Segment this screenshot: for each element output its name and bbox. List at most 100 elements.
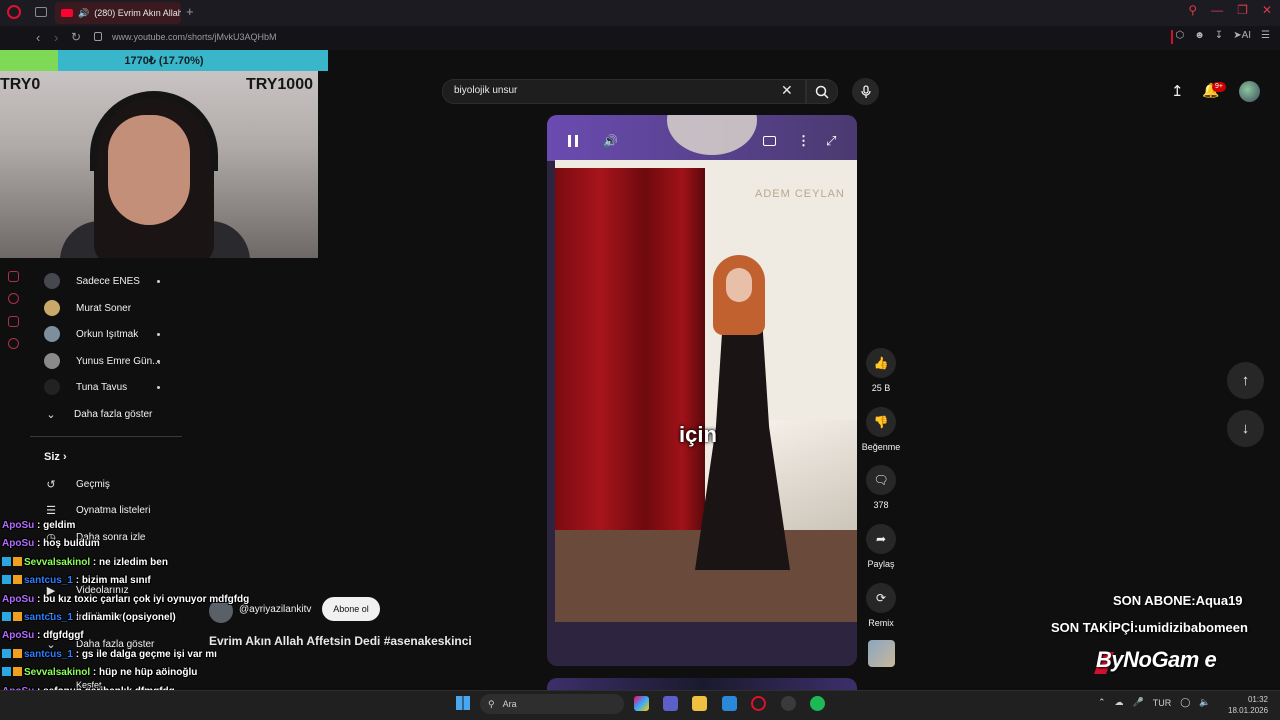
pause-icon[interactable] (568, 135, 578, 147)
clear-search-icon[interactable]: ✕ (781, 82, 793, 99)
more-options-icon[interactable]: ⋮ (797, 133, 810, 149)
messenger-strip-icon[interactable] (8, 316, 19, 327)
avatar (44, 353, 60, 369)
chevron-up-icon[interactable]: ⌃ (1098, 697, 1106, 708)
show-more-subscriptions[interactable]: ⌄ Daha fazla göster (44, 403, 152, 425)
previous-short-button[interactable]: ↑ (1227, 362, 1264, 399)
taskbar-search[interactable]: ⚲ Ara (480, 694, 624, 714)
search-tabs-icon[interactable]: ⚲ (1188, 3, 1197, 17)
chat-username: Sevvalsakinol (24, 667, 91, 679)
headset-icon (90, 91, 218, 171)
playlist-icon: ☰ (46, 504, 56, 517)
sidebar-item-orkun-isitmak[interactable]: Orkun Işıtmak (44, 323, 138, 345)
copilot-icon[interactable] (634, 696, 649, 711)
window-controls: ⚲ — ❐ ✕ (1188, 3, 1272, 17)
history-strip-icon[interactable] (8, 293, 19, 304)
captions-icon[interactable] (763, 136, 776, 146)
todo-icon[interactable] (722, 696, 737, 711)
cloud-icon[interactable]: ☁ (1115, 697, 1124, 708)
network-icon[interactable]: ◯ (1180, 697, 1190, 708)
close-icon[interactable]: ✕ (1262, 3, 1272, 17)
sidebar-item-yunus-emre[interactable]: Yunus Emre Gün... (44, 350, 161, 372)
microphone-icon[interactable]: 🎤 (1133, 697, 1144, 708)
tab-islands-icon[interactable] (35, 7, 47, 17)
opera-logo-icon[interactable] (7, 5, 21, 19)
show-more-label: Daha fazla göster (74, 408, 153, 420)
forward-icon[interactable]: › (54, 30, 58, 45)
clock-date: 18.01.2026 (1228, 706, 1269, 715)
sound-thumbnail[interactable] (868, 640, 895, 667)
shorts-player[interactable]: ADEM CEYLAN için 🔊 ⋮ ⤢ (547, 115, 857, 666)
voice-search-button[interactable] (852, 78, 879, 105)
dislike-button[interactable]: 👎 (866, 407, 896, 437)
sidebar-item-playlists[interactable]: ☰ Oynatma listeleri (44, 500, 150, 520)
ai-button[interactable]: ➤AI (1233, 30, 1251, 41)
sidebar-item-label: Tuna Tavus (76, 381, 128, 393)
taskbar-search-placeholder: Ara (502, 699, 517, 709)
browser-toolbar: ⬡ ☻ ↧ ➤AI ☰ (1176, 30, 1270, 41)
you-section-header[interactable]: Siz › (44, 451, 67, 463)
fullscreen-icon[interactable]: ⤢ (826, 133, 836, 149)
like-count: 25 B (871, 383, 891, 393)
chevron-right-icon: › (62, 451, 67, 463)
last-follower-label: SON TAKİPÇİ:umidizibabomeen (1051, 620, 1248, 635)
new-content-dot (157, 280, 160, 283)
settings-strip-icon[interactable] (8, 338, 19, 349)
menu-icon[interactable]: ☰ (1261, 30, 1270, 41)
share-button[interactable]: ➦ (866, 524, 896, 554)
account-avatar[interactable] (1239, 81, 1260, 102)
volume-icon[interactable]: 🔊 (603, 134, 618, 148)
spotify-icon[interactable] (810, 696, 825, 711)
speaker-icon[interactable]: 🔊 (78, 8, 89, 19)
upload-icon[interactable]: ↥ (1171, 82, 1184, 100)
obs-icon[interactable] (781, 696, 796, 711)
sidebar-item-murat-soner[interactable]: Murat Soner (44, 297, 131, 319)
remix-button[interactable]: ⟳ (866, 583, 896, 613)
extensions-icon[interactable]: ⬡ (1176, 30, 1185, 41)
minimize-icon[interactable]: — (1211, 3, 1223, 17)
teams-icon[interactable] (663, 696, 678, 711)
volume-icon[interactable]: 🔈 (1199, 697, 1210, 708)
like-button[interactable]: 👍 (866, 348, 896, 378)
donation-goal-text: 1770₺ (17.70%) (124, 55, 204, 67)
tab-title: (280) Evrim Akın Allah (94, 8, 181, 18)
active-tab[interactable]: 🔊 (280) Evrim Akın Allah (55, 2, 181, 24)
opera-taskbar-icon[interactable] (751, 696, 766, 711)
microphone-icon (860, 84, 871, 98)
url-field[interactable]: www.youtube.com/shorts/jMvkU3AQHbM (112, 32, 277, 42)
chat-username: ApoSu (2, 593, 35, 605)
sidebar-item-sadece-enes[interactable]: Sadece ENES (44, 270, 140, 292)
channel-name[interactable]: @ayriyazilankitv (239, 604, 311, 615)
sidebar-item-tuna-tavus[interactable]: Tuna Tavus (44, 376, 127, 398)
profile-icon[interactable]: ☻ (1194, 30, 1205, 41)
chat-username: santcus_1 (24, 575, 73, 587)
thumbs-up-icon: 👍 (873, 356, 889, 370)
comments-button[interactable]: 🗨 (866, 465, 896, 495)
chevron-down-icon: ⌄ (46, 408, 56, 421)
subscribe-button[interactable]: Abone ol (322, 597, 380, 621)
pinboard-icon[interactable] (8, 271, 19, 282)
chat-badge-icon (2, 648, 22, 658)
arrow-up-icon: ↑ (1241, 372, 1250, 389)
back-icon[interactable]: ‹ (36, 30, 40, 45)
arrow-down-icon: ↓ (1241, 420, 1250, 437)
avatar (44, 379, 60, 395)
chat-text: ne izledim ben (99, 556, 168, 568)
maximize-icon[interactable]: ❐ (1237, 3, 1248, 17)
windows-start-icon[interactable] (456, 696, 470, 710)
taskbar-clock[interactable]: 01:32 18.01.2026 (1228, 694, 1268, 716)
search-button[interactable] (806, 79, 838, 104)
next-short-button[interactable]: ↓ (1227, 410, 1264, 447)
chat-badge-icon (2, 556, 22, 566)
new-content-dot (157, 333, 160, 336)
share-label: Paylaş (867, 559, 895, 569)
short-title[interactable]: Evrim Akın Allah Affetsin Dedi #asenakes… (209, 634, 472, 648)
new-tab-icon[interactable]: + (186, 4, 194, 19)
sidebar-item-history[interactable]: ↺ Geçmiş (44, 474, 110, 494)
chat-text: dfgfdggf (43, 630, 84, 642)
language-indicator[interactable]: TUR (1153, 698, 1172, 708)
reload-icon[interactable]: ↻ (71, 30, 81, 44)
avatar (44, 300, 60, 316)
file-explorer-icon[interactable] (692, 696, 707, 711)
download-icon[interactable]: ↧ (1215, 30, 1223, 41)
